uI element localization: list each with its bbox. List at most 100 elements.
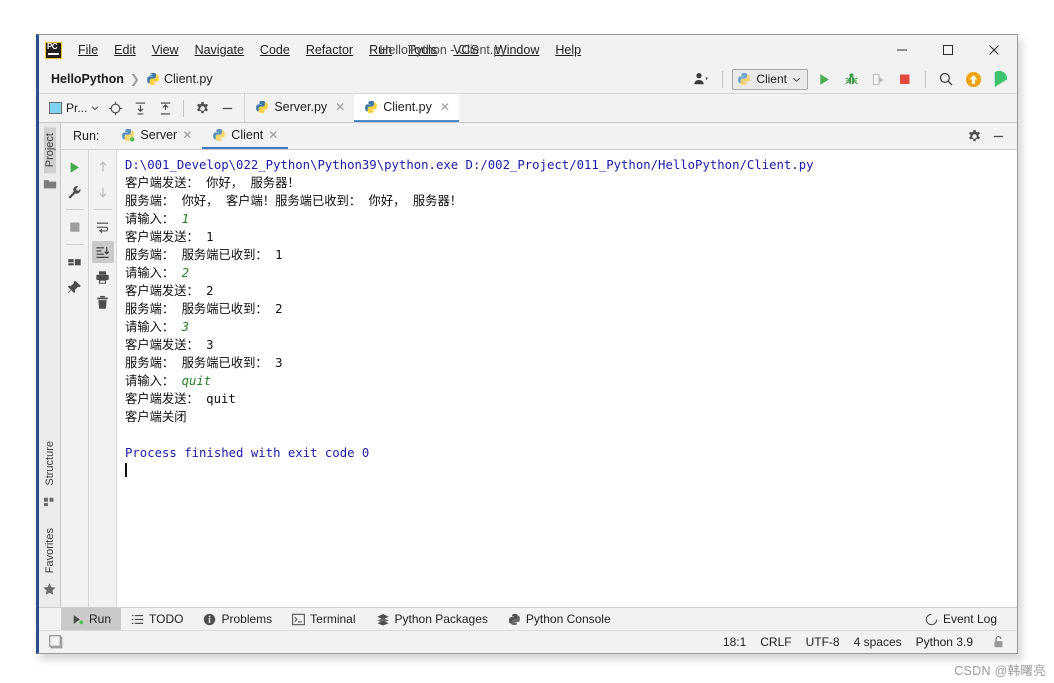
editor-tab-server[interactable]: Server.py ✕ <box>245 94 355 122</box>
sidebar-item-structure[interactable]: Structure <box>44 435 56 492</box>
python-file-icon <box>256 101 269 113</box>
collapse-all-button[interactable] <box>154 97 176 119</box>
caret-position[interactable]: 18:1 <box>723 635 746 649</box>
bottom-button-problems[interactable]: Problems <box>193 608 282 630</box>
soft-wrap-icon <box>96 222 109 233</box>
stop-process-button[interactable] <box>64 216 86 238</box>
sidebar-item-project[interactable]: Project <box>43 127 56 174</box>
update-arrow-icon <box>965 71 981 87</box>
soft-wrap-button[interactable] <box>92 216 114 238</box>
menu-item-edit[interactable]: Edit <box>106 40 144 60</box>
menu-label-window: Window <box>494 43 540 57</box>
text-caret <box>125 463 127 477</box>
editor-tab-close-icon[interactable]: ✕ <box>440 100 450 114</box>
editor-tab-close-icon[interactable]: ✕ <box>335 100 345 114</box>
window-controls <box>879 35 1017 65</box>
toggle-toolwindow-button[interactable] <box>45 631 67 653</box>
menu-item-view[interactable]: View <box>144 40 187 60</box>
bottom-button-run[interactable]: Run <box>61 608 122 630</box>
star-icon <box>43 583 56 595</box>
line-separator[interactable]: CRLF <box>760 635 791 649</box>
run-tab-client[interactable]: Client ✕ <box>202 123 289 149</box>
navbar-divider-2 <box>925 70 926 88</box>
project-chip-label: Pr... <box>66 101 88 115</box>
run-icon <box>819 73 829 85</box>
bottom-button-terminal[interactable]: Terminal <box>282 608 365 630</box>
edit-configurations-button[interactable] <box>64 181 86 203</box>
maximize-icon <box>943 45 953 55</box>
scroll-down-button[interactable] <box>92 181 114 203</box>
select-opened-file-button[interactable] <box>104 97 126 119</box>
ide-features-button[interactable] <box>989 68 1011 90</box>
update-button[interactable] <box>962 68 984 90</box>
file-encoding[interactable]: UTF-8 <box>806 635 840 649</box>
editor-tab-client[interactable]: Client.py ✕ <box>354 94 459 122</box>
console-line: 服务端： 你好， 客户端！服务端已收到： 你好， 服务器！ <box>125 194 463 208</box>
menu-item-code[interactable]: Code <box>252 40 298 60</box>
menu-item-tools[interactable]: Tools <box>400 40 445 60</box>
rerun-button[interactable] <box>64 156 86 178</box>
menu-item-window[interactable]: Window <box>487 40 547 60</box>
python-config-icon <box>738 73 751 85</box>
maximize-button[interactable] <box>925 35 971 65</box>
scroll-down-icon <box>99 187 106 198</box>
menu-item-navigate[interactable]: Navigate <box>187 40 252 60</box>
run-tab-close-icon[interactable]: ✕ <box>268 128 278 142</box>
menu-item-run[interactable]: Run <box>361 40 400 60</box>
python-icon <box>213 129 226 141</box>
console-vertical-scrollbar[interactable] <box>1005 150 1017 607</box>
coverage-button[interactable] <box>867 68 889 90</box>
run-tab-server[interactable]: Server ✕ <box>111 123 202 149</box>
pin-tab-button[interactable] <box>64 276 86 298</box>
ide-features-icon <box>994 70 1007 87</box>
scroll-to-end-button[interactable] <box>91 241 114 263</box>
close-button[interactable] <box>971 35 1017 65</box>
expand-all-button[interactable] <box>129 97 151 119</box>
menu-item-vcs[interactable]: VCS <box>445 40 487 60</box>
clear-all-button[interactable] <box>92 291 114 313</box>
python-running-icon <box>122 129 135 142</box>
bottom-button-python-console[interactable]: Python Console <box>498 608 621 630</box>
breadcrumb-file[interactable]: Client.py <box>146 72 213 86</box>
layout-settings-button[interactable] <box>64 251 86 273</box>
bottom-button-python-packages[interactable]: Python Packages <box>366 608 498 630</box>
bottom-button-todo[interactable]: TODO <box>121 608 193 630</box>
print-button[interactable] <box>92 266 114 288</box>
search-everywhere-button[interactable] <box>935 68 957 90</box>
minimize-button[interactable] <box>879 35 925 65</box>
console-output[interactable]: D:\001_Develop\022_Python\Python39\pytho… <box>117 150 1017 607</box>
pycharm-logo-icon <box>45 41 62 59</box>
run-tab-close-icon[interactable]: ✕ <box>182 128 192 142</box>
sidebar-item-label: Project <box>43 133 56 168</box>
event-log-icon <box>925 613 938 625</box>
run-settings-button[interactable] <box>963 125 985 147</box>
sidebar-item-favorites[interactable]: Favorites <box>44 522 56 579</box>
console-line: 客户端发送： 2 <box>125 284 214 298</box>
stop-button[interactable] <box>894 68 916 90</box>
hide-project-button[interactable] <box>216 97 238 119</box>
project-view-selector[interactable]: Pr... <box>47 101 101 115</box>
debug-button[interactable] <box>840 68 862 90</box>
python-interpreter[interactable]: Python 3.9 <box>916 635 973 649</box>
console-caret-line <box>125 462 1017 480</box>
gutter-divider-3 <box>93 209 112 210</box>
user-avatar-button[interactable] <box>691 68 713 90</box>
menu-label-edit: Edit <box>114 43 136 57</box>
project-settings-button[interactable] <box>191 97 213 119</box>
indent-setting[interactable]: 4 spaces <box>854 635 902 649</box>
run-configuration-selector[interactable]: Client <box>732 68 808 90</box>
menu-item-file[interactable]: File <box>70 40 106 60</box>
gutter-divider-2 <box>65 244 84 245</box>
run-button[interactable] <box>813 68 835 90</box>
bottom-button-event-log[interactable]: Event Log <box>915 608 1007 630</box>
run-tab-label: Server <box>140 128 178 142</box>
python-file-icon <box>147 73 159 85</box>
expand-all-icon <box>135 101 146 115</box>
write-lock-button[interactable] <box>987 631 1009 653</box>
hide-run-window-button[interactable] <box>987 125 1009 147</box>
menu-item-help[interactable]: Help <box>547 40 589 60</box>
menu-item-refactor[interactable]: Refactor <box>298 40 361 60</box>
breadcrumb-project[interactable]: HelloPython <box>51 72 124 86</box>
breadcrumb-project-label: HelloPython <box>51 72 124 86</box>
scroll-up-button[interactable] <box>92 156 114 178</box>
